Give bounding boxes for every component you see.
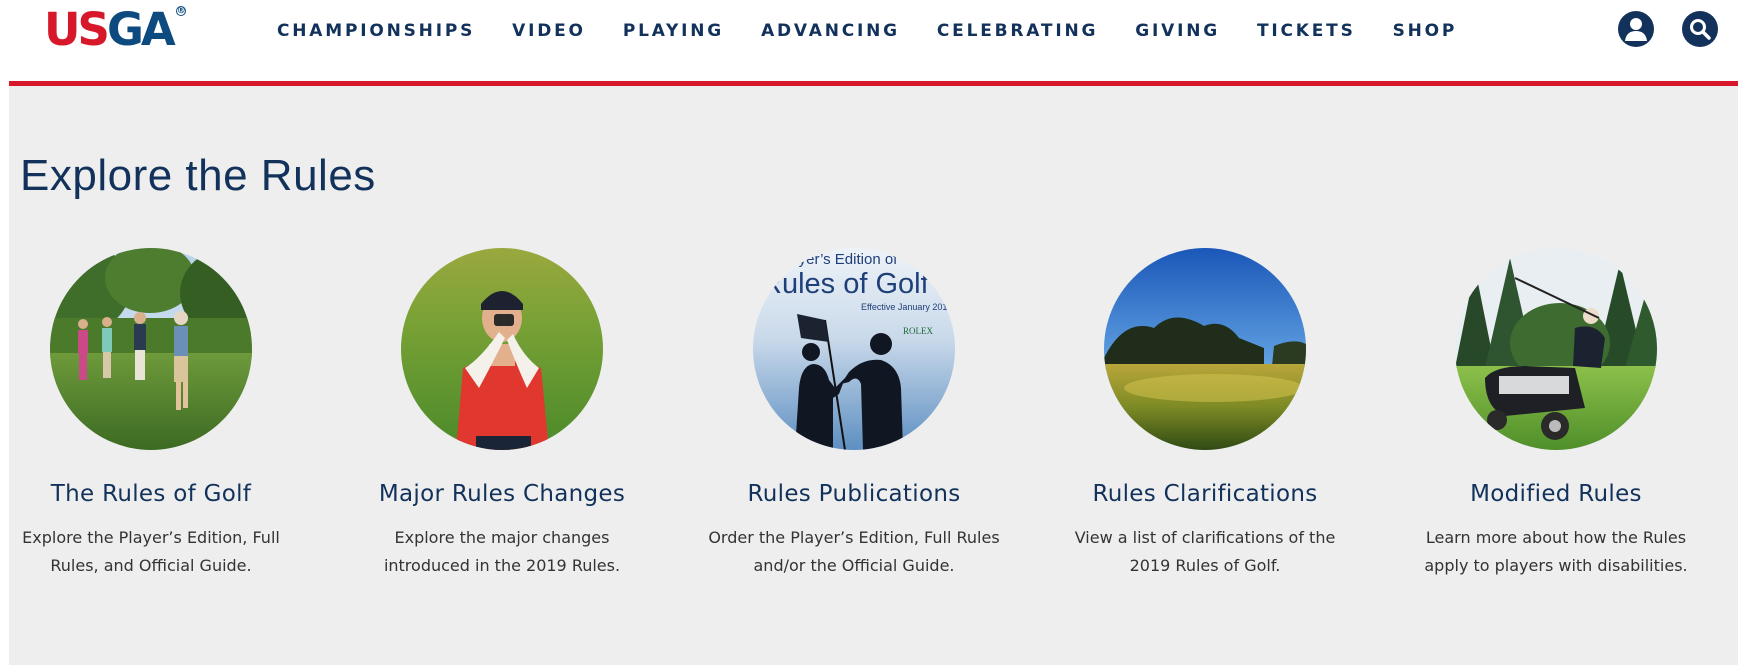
card-modified-rules[interactable]: Modified Rules Learn more about how the … (1406, 248, 1706, 580)
nav-tickets[interactable]: TICKETS (1257, 20, 1356, 42)
card-rules-of-golf[interactable]: The Rules of Golf Explore the Player’s E… (1, 248, 301, 580)
card-title: Major Rules Changes (378, 481, 626, 507)
card-image-rules-publications: Player’s Edition of Rules of Golf Effect… (753, 248, 955, 450)
svg-text:Player’s Edition of: Player’s Edition of (777, 251, 898, 268)
user-icon (1625, 18, 1647, 41)
nav-celebrating[interactable]: CELEBRATING (937, 20, 1098, 42)
nav-advancing[interactable]: ADVANCING (761, 20, 900, 42)
card-description: Order the Player’s Edition, Full Rules a… (708, 528, 1000, 575)
card-title: The Rules of Golf (50, 481, 252, 507)
card-major-rules-changes[interactable]: Major Rules Changes Explore the major ch… (352, 248, 652, 580)
explore-rules-section: Explore the Rules The Rules of Golf Expl… (9, 86, 1738, 665)
nav-video[interactable]: VIDEO (512, 20, 586, 42)
card-description: Learn more about how the Rules apply to … (1424, 528, 1688, 575)
card-image-rules-clarifications (1104, 248, 1306, 450)
main-nav: CHAMPIONSHIPS VIDEO PLAYING ADVANCING CE… (277, 20, 1494, 42)
card-title: Modified Rules (1470, 481, 1642, 507)
card-description: View a list of clarifications of the 201… (1074, 528, 1336, 575)
account-button[interactable] (1618, 11, 1654, 47)
usga-logo[interactable]: US GA ® (44, 6, 186, 54)
card-title: Rules Publications (747, 481, 961, 507)
card-image-rules-of-golf (50, 248, 252, 450)
svg-text:Effective January 2019: Effective January 2019 (861, 302, 952, 312)
card-rules-clarifications[interactable]: Rules Clarifications View a list of clar… (1055, 248, 1355, 580)
nav-shop[interactable]: SHOP (1393, 20, 1458, 42)
search-icon (1690, 19, 1711, 40)
card-image-modified-rules (1455, 248, 1657, 450)
site-header: US GA ® CHAMPIONSHIPS VIDEO PLAYING ADVANC… (0, 0, 1741, 81)
card-description: Explore the major changes introduced in … (383, 528, 621, 575)
nav-playing[interactable]: PLAYING (623, 20, 724, 42)
card-description: Explore the Player’s Edition, Full Rules… (22, 528, 280, 575)
card-rules-publications[interactable]: Player’s Edition of Rules of Golf Effect… (704, 248, 1004, 580)
card-image-major-rules-changes (401, 248, 603, 450)
svg-text:ROLEX: ROLEX (903, 326, 933, 336)
svg-text:Rules of Golf: Rules of Golf (761, 268, 930, 300)
search-button[interactable] (1682, 11, 1718, 47)
page-title: Explore the Rules (20, 151, 376, 200)
card-title: Rules Clarifications (1092, 481, 1318, 507)
nav-giving[interactable]: GIVING (1135, 20, 1220, 42)
nav-championships[interactable]: CHAMPIONSHIPS (277, 20, 475, 42)
